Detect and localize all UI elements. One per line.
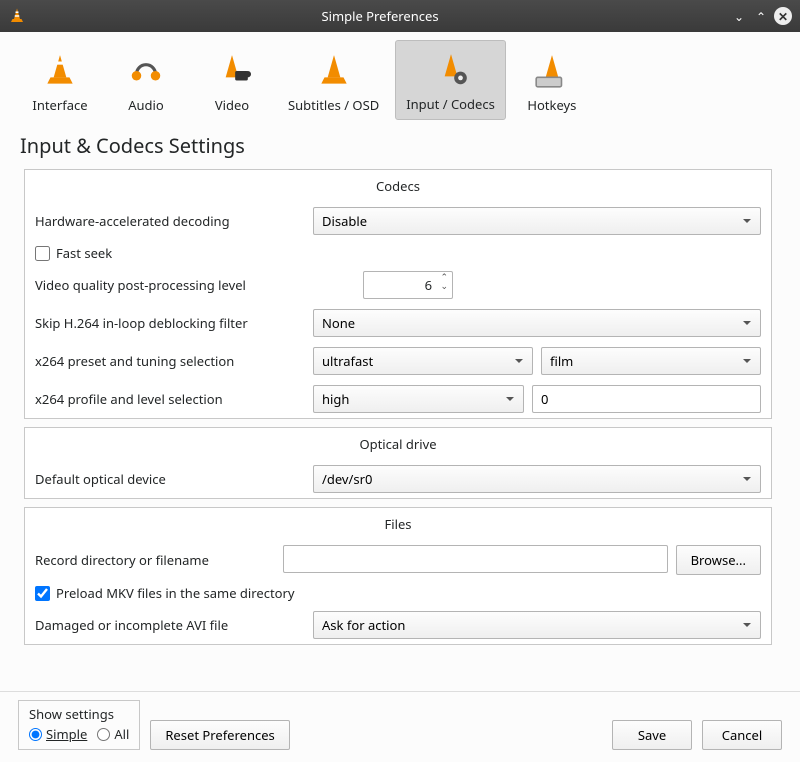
tab-audio-label: Audio	[128, 96, 164, 114]
tab-subtitles-label: Subtitles / OSD	[288, 96, 379, 114]
vlc-app-icon	[8, 7, 26, 25]
radio-simple[interactable]: Simple	[29, 725, 87, 743]
tab-interface-label: Interface	[32, 96, 87, 114]
titlebar: Simple Preferences ⌄ ⌃ ✕	[0, 0, 800, 32]
page-title: Input & Codecs Settings	[0, 120, 800, 169]
x264-level-input[interactable]	[532, 385, 761, 413]
tab-video[interactable]: Video	[192, 40, 272, 120]
maximize-button[interactable]: ⌃	[752, 7, 770, 25]
x264-tuning-select[interactable]: film	[541, 347, 761, 375]
skip-deblock-label: Skip H.264 in-loop deblocking filter	[35, 314, 305, 332]
show-settings-legend: Show settings	[29, 705, 129, 723]
record-dir-label: Record directory or filename	[35, 551, 275, 569]
hw-decode-label: Hardware-accelerated decoding	[35, 212, 305, 230]
fast-seek-checkbox[interactable]	[35, 246, 50, 261]
x264-profile-select[interactable]: high	[313, 385, 524, 413]
preload-mkv-checkbox[interactable]	[35, 586, 50, 601]
preload-mkv-label: Preload MKV files in the same directory	[56, 584, 295, 602]
tab-hotkeys[interactable]: Hotkeys	[512, 40, 592, 120]
tab-input-codecs-label: Input / Codecs	[406, 95, 495, 113]
x264-preset-select[interactable]: ultrafast	[313, 347, 533, 375]
tab-audio[interactable]: Audio	[106, 40, 186, 120]
default-optical-label: Default optical device	[35, 470, 305, 488]
minimize-button[interactable]: ⌄	[730, 7, 748, 25]
tab-video-label: Video	[215, 96, 249, 114]
settings-scroll[interactable]: Codecs Hardware-accelerated decoding Dis…	[0, 169, 794, 691]
save-button[interactable]: Save	[612, 720, 692, 750]
files-group: Files Record directory or filename Brows…	[24, 507, 772, 645]
radio-all[interactable]: All	[97, 725, 129, 743]
codecs-group: Codecs Hardware-accelerated decoding Dis…	[24, 169, 772, 419]
damaged-avi-select[interactable]: Ask for action	[313, 611, 761, 639]
x264-preset-label: x264 preset and tuning selection	[35, 352, 305, 370]
post-proc-spinner[interactable]: 6	[363, 271, 453, 299]
hw-decode-select[interactable]: Disable	[313, 207, 761, 235]
cancel-button[interactable]: Cancel	[702, 720, 782, 750]
tab-subtitles[interactable]: Subtitles / OSD	[278, 40, 389, 120]
post-proc-label: Video quality post-processing level	[35, 276, 355, 294]
window-title: Simple Preferences	[34, 7, 726, 25]
category-toolbar: Interface Audio Video Subtitles / OSD In…	[0, 32, 800, 120]
optical-group: Optical drive Default optical device /de…	[24, 427, 772, 499]
optical-group-title: Optical drive	[25, 428, 771, 460]
skip-deblock-select[interactable]: None	[313, 309, 761, 337]
fast-seek-label: Fast seek	[56, 244, 112, 262]
damaged-avi-label: Damaged or incomplete AVI file	[35, 616, 305, 634]
dialog-footer: Show settings Simple All Reset Preferenc…	[0, 691, 800, 762]
default-optical-select[interactable]: /dev/sr0	[313, 465, 761, 493]
tab-interface[interactable]: Interface	[20, 40, 100, 120]
tab-hotkeys-label: Hotkeys	[527, 96, 576, 114]
close-button[interactable]: ✕	[774, 7, 792, 25]
tab-input-codecs[interactable]: Input / Codecs	[395, 40, 506, 120]
show-settings-group: Show settings Simple All	[18, 700, 140, 750]
codecs-group-title: Codecs	[25, 170, 771, 202]
x264-profile-label: x264 profile and level selection	[35, 390, 305, 408]
browse-button[interactable]: Browse...	[676, 545, 761, 575]
record-dir-input[interactable]	[283, 545, 668, 573]
reset-button[interactable]: Reset Preferences	[150, 720, 289, 750]
files-group-title: Files	[25, 508, 771, 540]
